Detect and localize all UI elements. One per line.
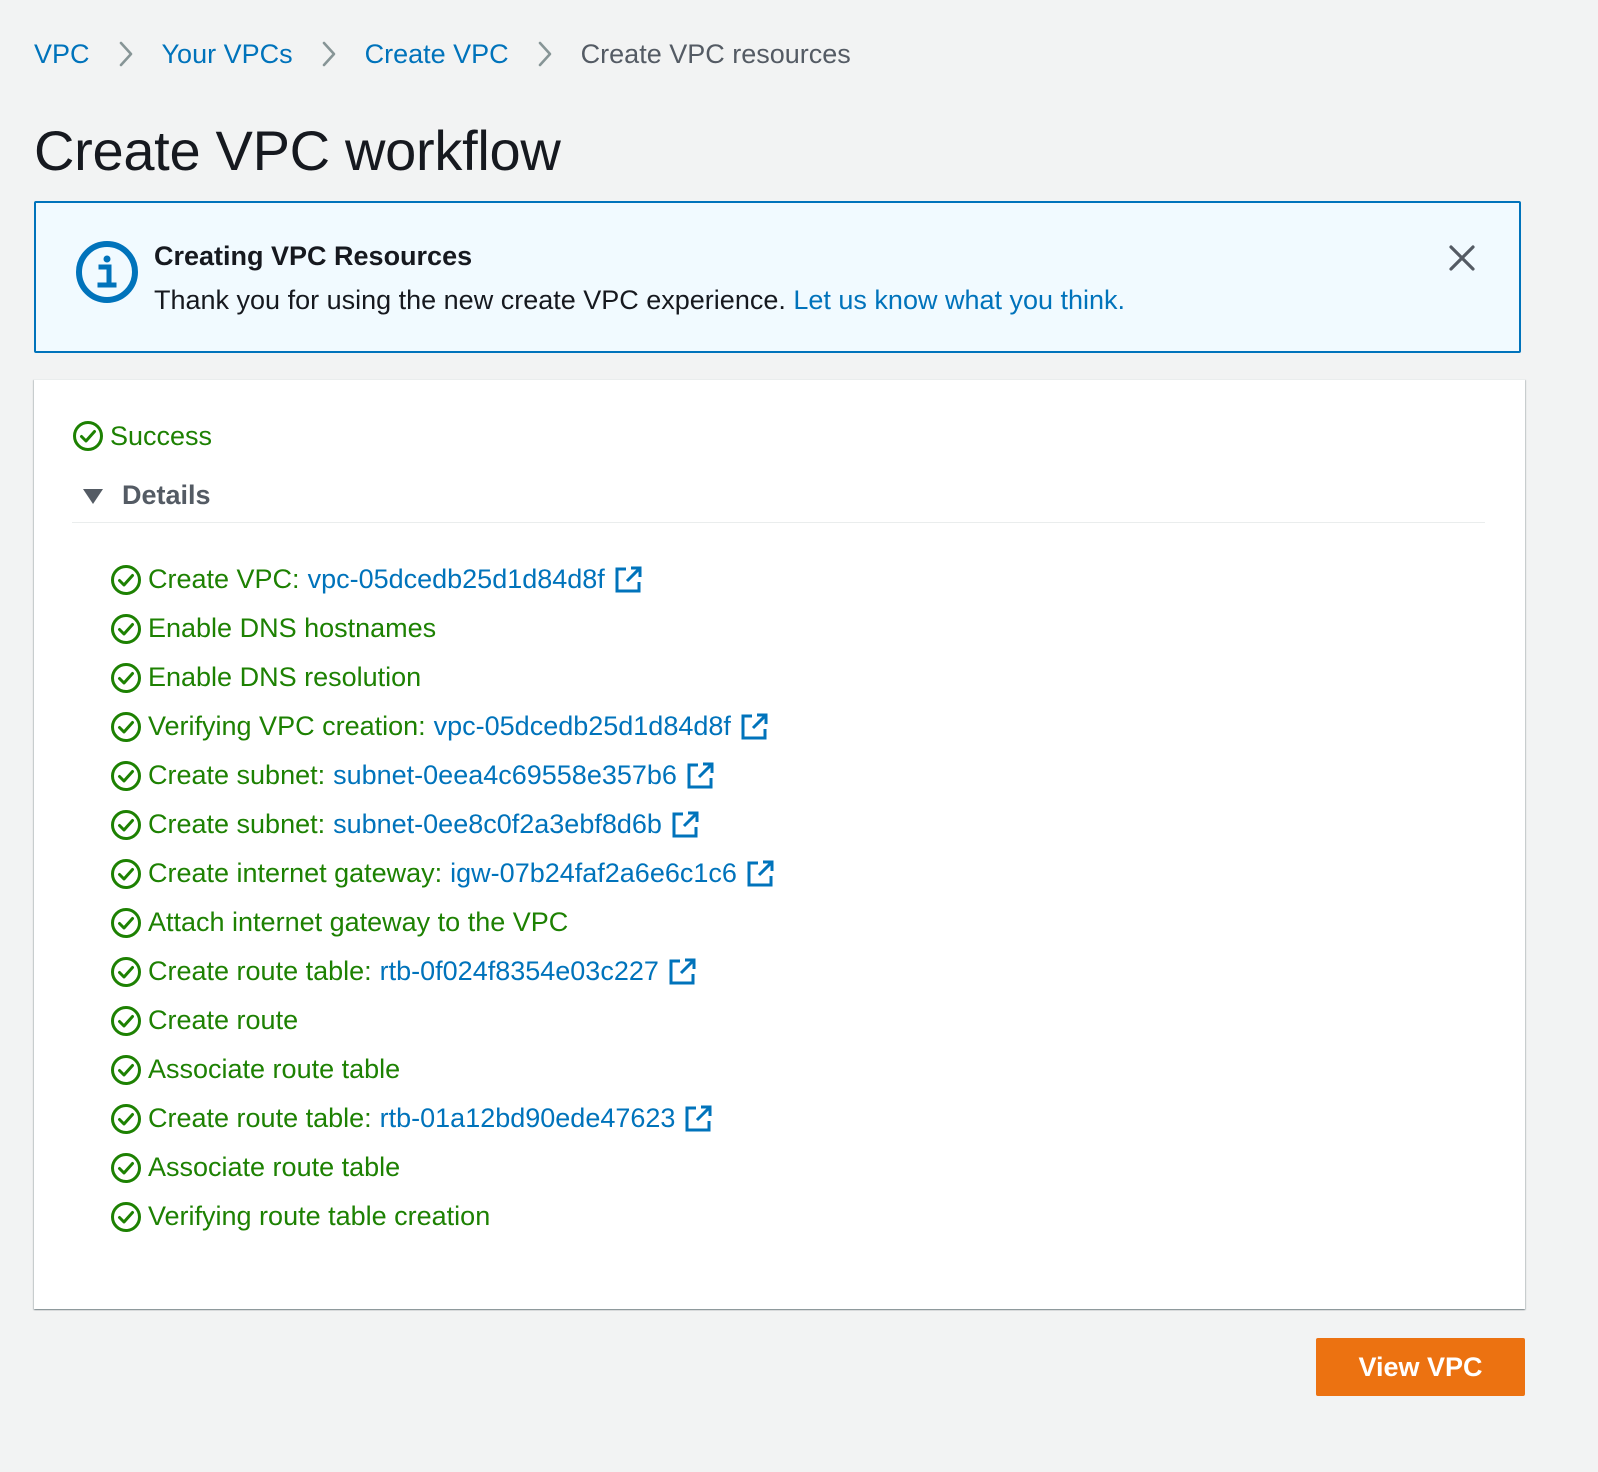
info-flash-banner: Creating VPC Resources Thank you for usi… <box>34 201 1521 353</box>
breadcrumb: VPC Your VPCs Create VPC Create VPC reso… <box>34 34 851 74</box>
workflow-step: Enable DNS resolution <box>110 653 775 702</box>
workflow-step: Enable DNS hostnames <box>110 604 775 653</box>
resource-link[interactable]: subnet-0eea4c69558e357b6 <box>333 760 677 791</box>
check-circle-icon <box>110 809 142 841</box>
external-link-icon[interactable] <box>685 761 715 791</box>
workflow-step: Create route table: rtb-01a12bd90ede47623 <box>110 1094 775 1143</box>
check-circle-icon <box>110 760 142 792</box>
flash-message: Thank you for using the new create VPC e… <box>154 285 786 315</box>
step-text: Create subnet: <box>148 809 326 839</box>
check-circle-icon <box>110 1103 142 1135</box>
step-text: Enable DNS hostnames <box>148 613 437 643</box>
breadcrumb-current: Create VPC resources <box>580 38 851 69</box>
check-circle-icon <box>110 858 142 890</box>
step-text: Create route <box>148 1005 299 1035</box>
close-icon[interactable] <box>1447 243 1477 273</box>
check-circle-icon <box>110 613 142 645</box>
resource-link[interactable]: vpc-05dcedb25d1d84d8f <box>308 564 605 595</box>
step-text: Attach internet gateway to the VPC <box>148 907 569 937</box>
page-title: Create VPC workflow <box>34 119 561 182</box>
check-circle-icon <box>110 711 142 743</box>
step-text: Associate route table <box>148 1054 401 1084</box>
workflow-step: Associate route table <box>110 1045 775 1094</box>
feedback-link[interactable]: Let us know what you think. <box>793 285 1125 315</box>
workflow-panel: Success Details Create VPC: vpc-05dcedb25… <box>34 379 1525 1309</box>
chevron-right-icon <box>90 40 162 68</box>
chevron-right-icon <box>509 40 581 68</box>
step-text: Verifying route table creation <box>148 1201 491 1231</box>
workflow-step: Create VPC: vpc-05dcedb25d1d84d8f <box>110 555 775 604</box>
resource-link[interactable]: rtb-0f024f8354e03c227 <box>380 956 659 987</box>
step-text: Enable DNS resolution <box>148 662 422 692</box>
resource-link[interactable]: subnet-0ee8c0f2a3ebf8d6b <box>333 809 662 840</box>
workflow-step: Create internet gateway: igw-07b24faf2a6e… <box>110 849 775 898</box>
chevron-right-icon <box>293 40 365 68</box>
check-circle-icon <box>110 1005 142 1037</box>
check-circle-icon <box>72 420 104 452</box>
flash-title: Creating VPC Resources <box>154 241 473 271</box>
workflow-step: Verifying VPC creation: vpc-05dcedb25d1d8… <box>110 702 775 751</box>
check-circle-icon <box>110 956 142 988</box>
workflow-step: Create subnet: subnet-0ee8c0f2a3ebf8d6b <box>110 800 775 849</box>
external-link-icon[interactable] <box>613 565 643 595</box>
check-circle-icon <box>110 564 142 596</box>
workflow-step: Verifying route table creation <box>110 1192 775 1241</box>
check-circle-icon <box>110 1152 142 1184</box>
workflow-step: Create subnet: subnet-0eea4c69558e357b6 <box>110 751 775 800</box>
breadcrumb-create-vpc[interactable]: Create VPC <box>365 39 509 70</box>
step-text: Create route table: <box>148 1103 372 1133</box>
workflow-step: Create route table: rtb-0f024f8354e03c227 <box>110 947 775 996</box>
external-link-icon[interactable] <box>739 712 769 742</box>
workflow-steps-list: Create VPC: vpc-05dcedb25d1d84d8f Enable D… <box>110 555 775 1241</box>
step-text: Create route table: <box>148 956 372 986</box>
details-label: Details <box>122 480 211 510</box>
external-link-icon[interactable] <box>667 957 697 987</box>
check-circle-icon <box>110 1201 142 1233</box>
breadcrumb-vpc[interactable]: VPC <box>34 39 90 70</box>
step-text: Associate route table <box>148 1152 401 1182</box>
resource-link[interactable]: igw-07b24faf2a6e6c1c6 <box>450 858 737 889</box>
external-link-icon[interactable] <box>683 1104 713 1134</box>
step-text: Verifying VPC creation: <box>148 711 426 741</box>
details-toggle[interactable]: Details <box>82 480 211 511</box>
workflow-step: Associate route table <box>110 1143 775 1192</box>
step-text: Create internet gateway: <box>148 858 443 888</box>
check-circle-icon <box>110 662 142 694</box>
flash-message-line: Thank you for using the new create VPC e… <box>154 285 1125 316</box>
resource-link[interactable]: vpc-05dcedb25d1d84d8f <box>434 711 731 742</box>
status-indicator: Success <box>72 420 212 452</box>
view-vpc-button[interactable]: View VPC <box>1316 1338 1525 1396</box>
divider <box>72 522 1485 523</box>
breadcrumb-your-vpcs[interactable]: Your VPCs <box>162 39 293 70</box>
step-text: Create VPC: <box>148 564 300 594</box>
step-text: Create subnet: <box>148 760 326 790</box>
external-link-icon[interactable] <box>670 810 700 840</box>
caret-down-icon <box>83 488 103 504</box>
external-link-icon[interactable] <box>745 859 775 889</box>
check-circle-icon <box>110 907 142 939</box>
workflow-step: Create route <box>110 996 775 1045</box>
status-label: Success <box>110 420 213 451</box>
resource-link[interactable]: rtb-01a12bd90ede47623 <box>380 1103 676 1134</box>
check-circle-icon <box>110 1054 142 1086</box>
workflow-step: Attach internet gateway to the VPC <box>110 898 775 947</box>
info-icon <box>74 239 140 305</box>
